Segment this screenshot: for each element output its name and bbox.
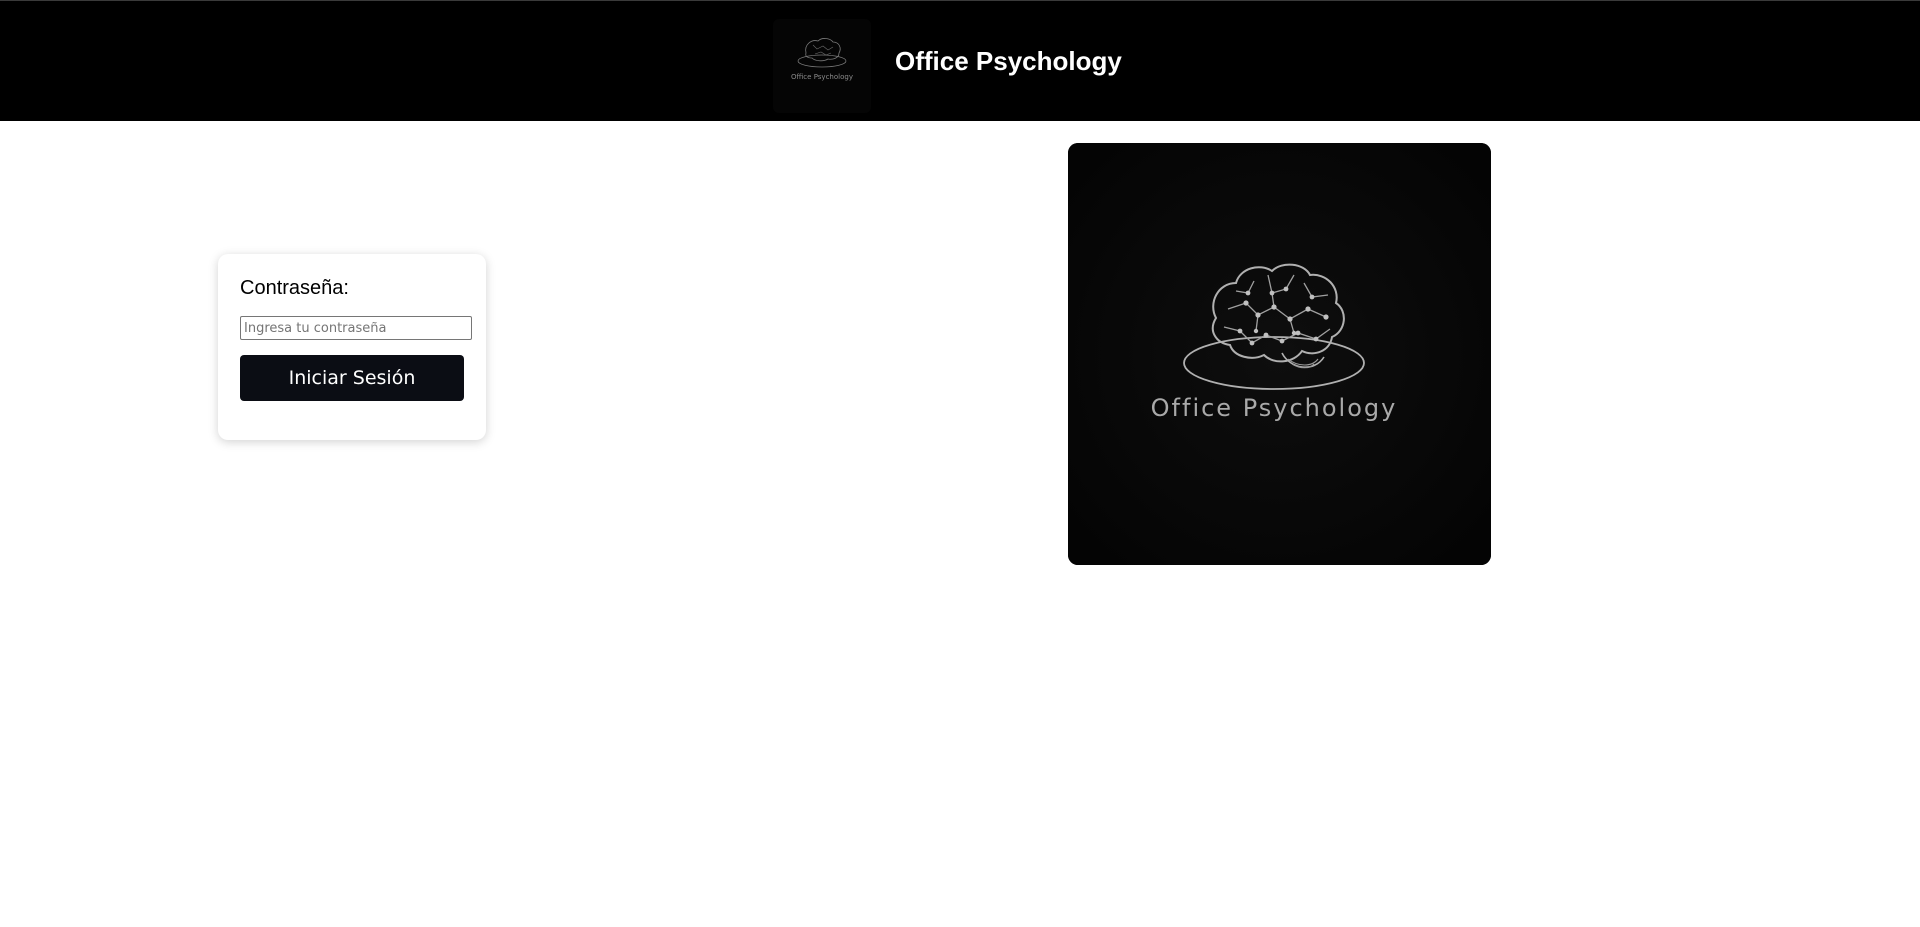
brain-icon [797,38,847,68]
hero-caption: Office Psychology [1150,394,1398,422]
header-logo[interactable]: Office Psychology [773,19,871,113]
login-card: Contraseña: Iniciar Sesión [218,254,486,440]
login-button[interactable]: Iniciar Sesión [240,355,464,401]
logo-caption: Office Psychology [791,73,853,81]
site-title: Office Psychology [895,46,1122,76]
brain-icon [1068,143,1491,565]
site-header: Office Psychology Office Psychology [0,0,1920,121]
password-input[interactable] [240,316,472,340]
password-label: Contraseña: [240,277,349,299]
hero-logo-image: Office Psychology [1068,143,1491,565]
